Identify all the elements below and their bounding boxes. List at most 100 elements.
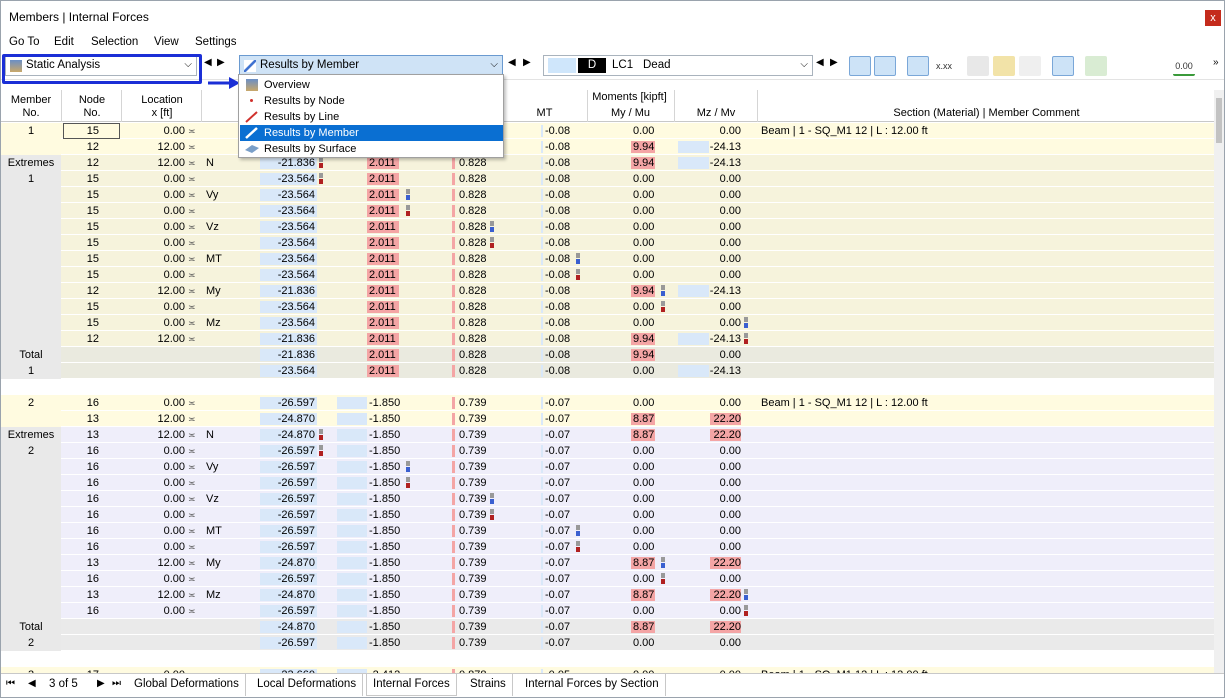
menu-item-results-by-node[interactable]: Results by Node	[240, 93, 503, 109]
member-cell	[1, 571, 61, 587]
mz-cell: 0.00	[719, 125, 741, 137]
v-value-bar	[337, 493, 367, 505]
vz-value-bar	[452, 365, 455, 377]
node-cell: 16	[86, 525, 99, 537]
tab-internal-forces-by-section[interactable]: Internal Forces by Section	[519, 674, 666, 696]
next-arrow-icon[interactable]: ▶	[830, 57, 838, 68]
node-cell	[63, 347, 99, 363]
analysis-highlight-frame	[2, 54, 202, 84]
pointer-arrow-icon	[208, 77, 240, 89]
columns-icon[interactable]	[993, 56, 1015, 76]
menu-goto[interactable]: Go To	[9, 36, 39, 48]
table-row: 16 0.00 ≍ Vy -26.597 -1.850 0.739 -0.07 0.00 0.00	[1, 459, 1214, 475]
chart-icon[interactable]	[1052, 56, 1074, 76]
mt-cell: -0.08	[545, 221, 571, 233]
next-arrow-icon[interactable]: ▶	[217, 57, 225, 68]
mt-value-bar	[541, 189, 543, 201]
mz-cell: 0.00	[719, 573, 741, 585]
view-icon[interactable]	[907, 56, 929, 76]
n-cell: -26.597	[277, 493, 315, 505]
my-cell: 0.00	[633, 509, 655, 521]
prev-page-icon[interactable]: ◀	[28, 678, 36, 689]
prev-arrow-icon[interactable]: ◀	[204, 57, 212, 68]
mz-cell: 0.00	[719, 605, 741, 617]
my-cell: 8.87	[633, 557, 655, 569]
menu-selection[interactable]: Selection	[91, 36, 138, 48]
extreme-marker-icon	[744, 589, 748, 594]
table-row: 2 16 0.00 ≍ -26.597 -1.850 0.739 -0.07 0.00 0.00	[1, 443, 1214, 459]
menu-view[interactable]: View	[154, 36, 179, 48]
mt-value-bar	[541, 317, 543, 329]
vz-value-bar	[452, 333, 455, 345]
member-cell: 1	[1, 171, 61, 187]
tab-local-deformations[interactable]: Local Deformations	[251, 674, 364, 696]
menu-item-results-by-line[interactable]: Results by Line	[240, 109, 503, 125]
location-cell: 12.00	[157, 141, 185, 153]
table-icon[interactable]	[967, 56, 989, 76]
rows-icon[interactable]	[1019, 56, 1041, 76]
table-row: Extremes 12 12.00 ≍ N -21.836 2.011 0.828 -0.08 9…	[1, 155, 1214, 171]
n-cell: -26.597	[277, 573, 315, 585]
table-row: 16 0.00 ≍ MT -26.597 -1.850 0.739 -0.07 0.00 0.00	[1, 523, 1214, 539]
vz-value-bar	[452, 349, 455, 361]
tab-global-deformations[interactable]: Global Deformations	[128, 674, 246, 696]
vz-value-bar	[452, 205, 455, 217]
extreme-label: Vy	[206, 461, 219, 473]
my-cell: 0.00	[633, 637, 655, 649]
vz-cell: 0.828	[459, 205, 487, 217]
mz-cell: 22.20	[713, 589, 741, 601]
mz-cell: 0.00	[719, 269, 741, 281]
vz-value-bar	[452, 269, 455, 281]
line-icon	[245, 111, 258, 123]
mt-value-bar	[541, 589, 543, 601]
member-cell	[1, 587, 61, 603]
extreme-marker-icon	[576, 525, 580, 530]
scrollbar-thumb[interactable]	[1216, 98, 1222, 143]
vertical-scrollbar[interactable]	[1214, 90, 1224, 673]
member-cell: 1	[1, 363, 61, 379]
filter-icon[interactable]	[1115, 56, 1137, 76]
overflow-icon[interactable]: »	[1213, 57, 1219, 68]
location-marker-icon: ≍	[188, 158, 196, 168]
export-excel-icon[interactable]	[1085, 56, 1107, 76]
menu-item-results-by-surface[interactable]: Results by Surface	[240, 141, 503, 157]
zero-values-icon[interactable]: 0.00	[1173, 56, 1195, 76]
load-case-dropdown[interactable]: D LC1 Dead ⌵	[543, 55, 813, 76]
vy-cell: 2.011	[369, 221, 396, 233]
mt-value-bar	[541, 573, 543, 585]
decimals-icon[interactable]: x.xx	[933, 56, 955, 76]
member-cell	[1, 459, 61, 475]
last-page-icon[interactable]: ⏭	[112, 678, 121, 689]
member-cell: Extremes	[1, 155, 61, 171]
tab-strains[interactable]: Strains	[464, 674, 513, 696]
close-button[interactable]: x	[1205, 10, 1221, 26]
vz-cell: 0.828	[459, 317, 487, 329]
select-member-icon[interactable]	[874, 56, 896, 76]
tab-internal-forces[interactable]: Internal Forces	[366, 674, 457, 696]
mz-cell: 0.00	[719, 477, 741, 489]
my-cell: 0.00	[633, 125, 655, 137]
mz-cell: -24.13	[709, 365, 741, 377]
settings-icon[interactable]	[1141, 56, 1163, 76]
table-row: 13 12.00 ≍ My -24.870 -1.850 0.739 -0.07 8.87 22.…	[1, 555, 1214, 571]
extreme-marker-icon	[661, 579, 665, 584]
mt-value-bar	[541, 253, 543, 265]
location-cell: 12.00	[157, 589, 185, 601]
menu-item-results-by-member[interactable]: Results by Member	[240, 125, 503, 141]
menu-edit[interactable]: Edit	[54, 36, 74, 48]
selected-cell-outline[interactable]	[63, 123, 120, 139]
col-mz: Mz / Mv	[696, 107, 736, 119]
first-page-icon[interactable]: ⏮	[6, 678, 15, 689]
select-icon[interactable]	[849, 56, 871, 76]
prev-arrow-icon[interactable]: ◀	[816, 57, 824, 68]
vz-value-bar	[452, 317, 455, 329]
next-arrow-icon[interactable]: ▶	[523, 57, 531, 68]
next-page-icon[interactable]: ▶	[97, 678, 105, 689]
results-by-dropdown[interactable]: Results by Member ⌵	[239, 55, 503, 76]
my-cell: 0.00	[633, 445, 655, 457]
menu-item-overview[interactable]: Overview	[240, 77, 503, 93]
member-cell	[1, 315, 61, 331]
n-cell: -24.870	[277, 621, 315, 633]
prev-arrow-icon[interactable]: ◀	[508, 57, 516, 68]
menu-settings[interactable]: Settings	[195, 36, 237, 48]
